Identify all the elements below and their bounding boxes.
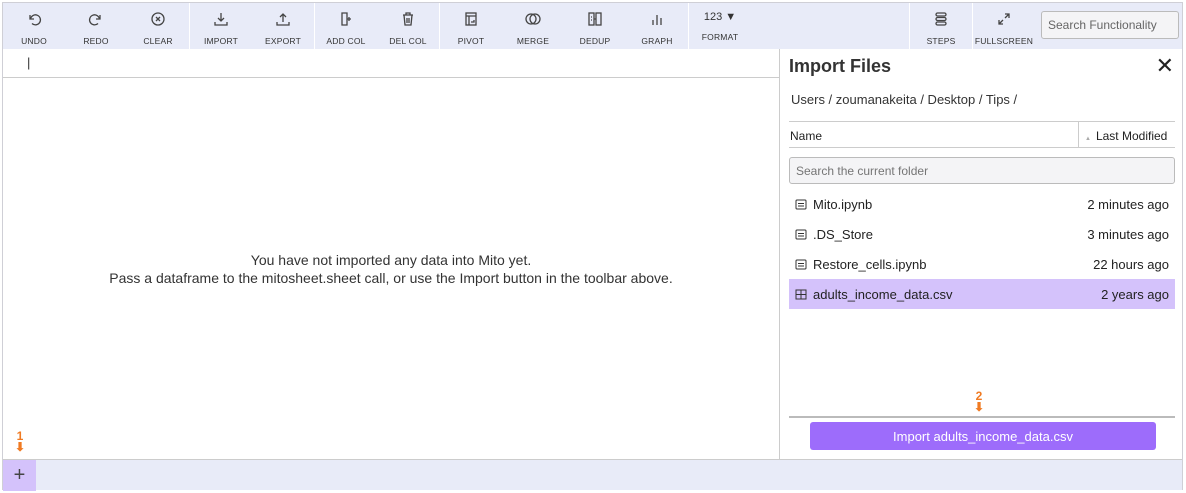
dedup-button-label: DEDUP — [579, 36, 611, 46]
column-name[interactable]: Name — [789, 122, 1079, 147]
pivot-icon — [465, 12, 477, 26]
export-icon — [276, 13, 290, 26]
redo-button-label: REDO — [83, 36, 109, 46]
pivot-button[interactable]: PIVOT — [440, 3, 502, 49]
redo-button[interactable]: REDO — [65, 3, 127, 49]
empty-message-line-2: Pass a dataframe to the mitosheet.sheet … — [109, 270, 673, 286]
sheet-tab-bar: + — [3, 459, 1182, 491]
redo-icon — [88, 14, 101, 26]
fullscreen-button-label: FULLSCREEN — [974, 36, 1034, 46]
file-name: .DS_Store — [813, 226, 873, 242]
import-button-label: IMPORT — [203, 36, 239, 46]
arrow-down-icon: ⬇ — [14, 440, 26, 454]
file-name: Mito.ipynb — [813, 196, 873, 212]
trash-icon — [403, 12, 413, 26]
folder-search-input[interactable] — [789, 157, 1175, 184]
graph-icon — [652, 15, 662, 25]
fullscreen-icon — [998, 13, 1010, 25]
add-sheet-button[interactable]: + — [3, 460, 36, 491]
steps-icon — [935, 12, 947, 26]
formula-bar[interactable]: | — [3, 49, 779, 78]
file-icon — [795, 259, 807, 269]
sort-icon: ▲ — [1085, 136, 1091, 142]
clear-button-label: CLEAR — [143, 36, 173, 46]
file-name: adults_income_data.csv — [813, 286, 953, 302]
format-icon: 123 ▼ — [703, 11, 737, 23]
close-icon[interactable]: ✕ — [1156, 53, 1174, 79]
file-row[interactable]: adults_income_data.csv 2 years ago — [789, 279, 1175, 309]
format-button[interactable]: 123 ▼ FORMAT — [689, 3, 751, 49]
cursor: | — [27, 55, 31, 70]
fullscreen-button[interactable]: FULLSCREEN — [973, 3, 1035, 49]
steps-button[interactable]: STEPS — [910, 3, 972, 49]
column-last-modified[interactable]: ▲ Last Modified — [1079, 122, 1175, 147]
empty-message-line-1: You have not imported any data into Mito… — [250, 252, 532, 268]
graph-button[interactable]: GRAPH — [626, 3, 688, 49]
merge-button[interactable]: MERGE — [502, 3, 564, 49]
pivot-button-label: PIVOT — [457, 36, 485, 46]
file-row[interactable]: .DS_Store 3 minutes ago — [789, 219, 1175, 249]
breadcrumb[interactable]: Users / zoumanakeita / Desktop / Tips / — [791, 92, 1017, 107]
search-functionality-input[interactable]: Search Functionality — [1041, 11, 1179, 39]
toolbar: UNDO REDO CLEAR IMPORT EXPORT ADD COL DEL COL P… — [3, 3, 1182, 49]
search-functionality-placeholder: Search Functionality — [1048, 18, 1157, 32]
export-button[interactable]: EXPORT — [252, 3, 314, 49]
file-row[interactable]: Mito.ipynb 2 minutes ago — [789, 189, 1175, 219]
file-modified: 2 years ago — [1101, 286, 1169, 302]
file-icon — [795, 199, 807, 209]
arrow-down-icon: ⬇ — [973, 400, 985, 414]
format-button-label: FORMAT — [701, 32, 739, 42]
clear-icon — [151, 12, 165, 26]
del-col-button[interactable]: DEL COL — [377, 3, 439, 49]
add-col-button-label: ADD COL — [326, 36, 366, 46]
file-modified: 2 minutes ago — [1087, 196, 1169, 212]
merge-button-label: MERGE — [516, 36, 550, 46]
steps-button-label: STEPS — [926, 36, 956, 46]
file-icon — [795, 229, 807, 239]
table-file-icon — [795, 289, 807, 299]
annotation-1: 1 ⬇ — [14, 430, 26, 454]
file-modified: 22 hours ago — [1093, 256, 1169, 272]
import-icon — [214, 13, 228, 26]
import-file-button[interactable]: Import adults_income_data.csv — [810, 422, 1156, 450]
undo-icon — [29, 14, 42, 26]
file-row[interactable]: Restore_cells.ipynb 22 hours ago — [789, 249, 1175, 279]
empty-message: You have not imported any data into Mito… — [3, 251, 779, 287]
file-table-header: Name ▲ Last Modified — [789, 121, 1175, 148]
file-name: Restore_cells.ipynb — [813, 256, 927, 272]
merge-icon — [525, 13, 541, 25]
file-modified: 3 minutes ago — [1087, 226, 1169, 242]
dedup-button[interactable]: DEDUP — [564, 3, 626, 49]
divider — [789, 416, 1175, 418]
file-list: Mito.ipynb 2 minutes ago .DS_Store 3 minute… — [789, 189, 1175, 309]
import-files-panel: Import Files ✕ Users / zoumanakeita / De… — [779, 49, 1184, 460]
annotation-2: 2 ⬇ — [973, 390, 985, 414]
del-col-button-label: DEL COL — [389, 36, 427, 46]
import-button[interactable]: IMPORT — [190, 3, 252, 49]
dedup-icon — [588, 12, 602, 26]
undo-button[interactable]: UNDO — [3, 3, 65, 49]
export-button-label: EXPORT — [265, 36, 301, 46]
column-last-modified-label: Last Modified — [1095, 129, 1168, 143]
mito-app: UNDO REDO CLEAR IMPORT EXPORT ADD COL DEL COL P… — [2, 2, 1184, 491]
graph-button-label: GRAPH — [641, 36, 673, 46]
panel-title: Import Files — [789, 56, 892, 76]
add-column-icon — [341, 12, 351, 26]
add-col-button[interactable]: ADD COL — [315, 3, 377, 49]
undo-button-label: UNDO — [21, 36, 47, 46]
clear-button[interactable]: CLEAR — [127, 3, 189, 49]
